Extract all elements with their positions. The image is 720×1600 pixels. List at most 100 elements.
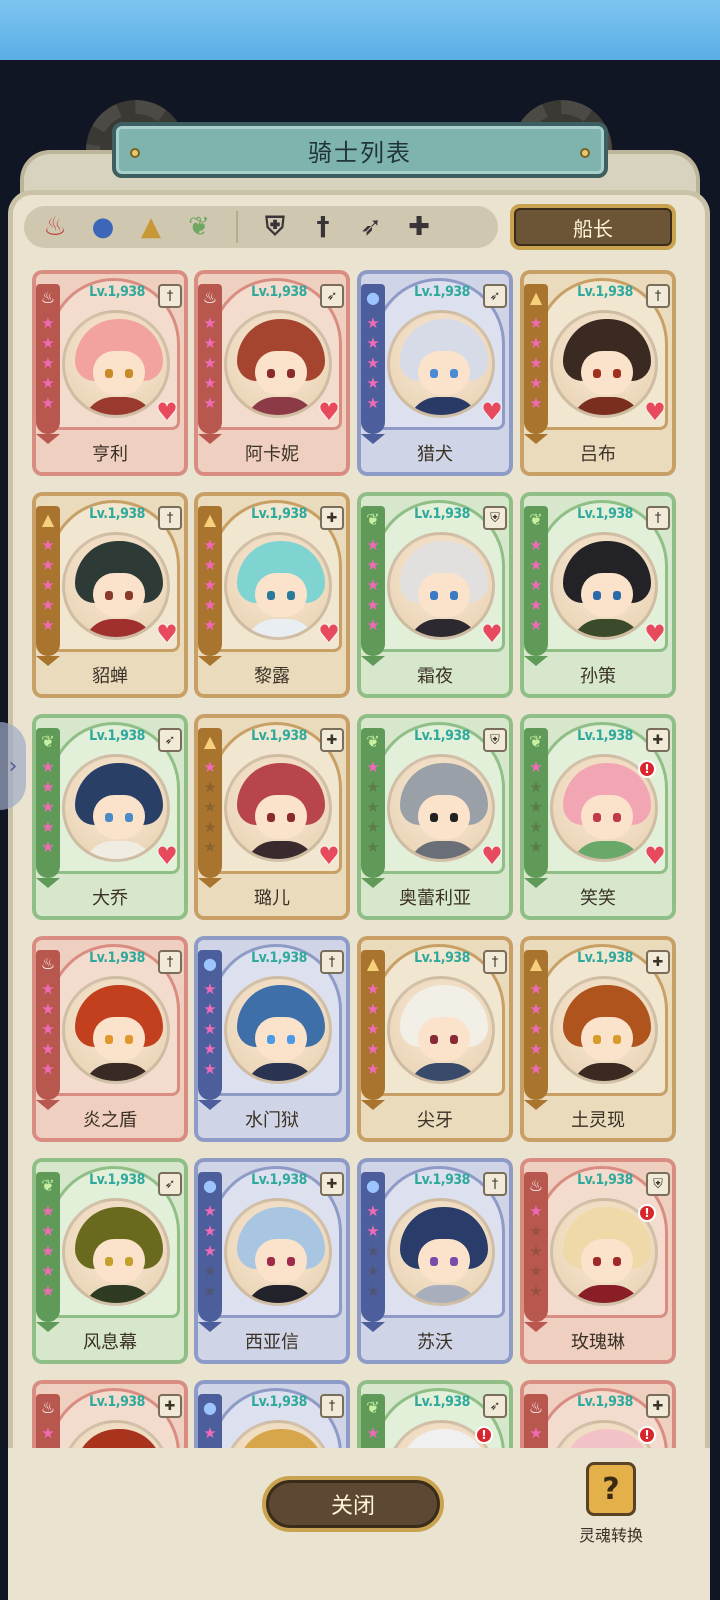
favorite-heart-icon[interactable]: ♥ <box>154 400 180 424</box>
star-icon: ★ <box>529 536 543 554</box>
page-title: 骑士列表 <box>308 138 412 167</box>
knight-card[interactable]: ♨ ★ ★ ★ ★ ★ Lv.1,938 ➶ ♥ 阿卡妮 <box>194 270 350 476</box>
knight-card[interactable]: ▲ ★ ★ ★ ★ ★ Lv.1,938 † 尖牙 <box>357 936 513 1142</box>
knight-level: Lv.1,938 <box>251 1172 307 1188</box>
water-attribute-icon[interactable]: ● <box>84 208 122 246</box>
filter-divider <box>236 211 238 243</box>
star-icon: ★ <box>203 980 217 998</box>
healer-class-icon: ✚ <box>158 1394 182 1418</box>
star-icon: ★ <box>529 1202 543 1220</box>
healer-class-icon: ✚ <box>646 1394 670 1418</box>
favorite-heart-icon[interactable]: ♥ <box>479 622 505 646</box>
portrait-eye <box>613 591 621 600</box>
defender-class-icon[interactable]: ⛨ <box>256 208 294 246</box>
knight-card[interactable]: ♨ ★ ★ ★ ★ ★ Lv.1,938 ⛨! 玫瑰琳 <box>520 1158 676 1364</box>
star-icon: ★ <box>529 354 543 372</box>
healer-class-icon: ✚ <box>646 950 670 974</box>
sword-class-icon: † <box>646 506 670 530</box>
favorite-heart-icon[interactable]: ♥ <box>316 622 342 646</box>
knight-card[interactable]: ● ★ ★ ★ ★ ★ Lv.1,938 † 苏沃 <box>357 1158 513 1364</box>
knight-card[interactable]: ▲ ★ ★ ★ ★ ★ Lv.1,938 ✚ ♥ 黎露 <box>194 492 350 698</box>
portrait-body <box>245 397 317 415</box>
portrait-eye <box>450 591 458 600</box>
favorite-heart-icon[interactable]: ♥ <box>642 844 668 868</box>
knight-card[interactable]: ❦ ★ ★ ★ ★ ★ Lv.1,938 ✚! ♥ 笑笑 <box>520 714 676 920</box>
star-icon: ★ <box>41 838 55 856</box>
star-rating: ★★★★★ <box>364 536 382 634</box>
star-icon: ★ <box>41 1262 55 1280</box>
knight-grid: ♨ ★ ★ ★ ★ ★ Lv.1,938 † ♥ 亨利 ♨ ★ ★ ★ ★ ★ Lv.1,938 ➶ ♥ 阿卡妮 ● ★ ★… <box>32 270 676 1448</box>
star-icon: ★ <box>41 314 55 332</box>
knight-card[interactable]: ❦ ★ ★ ★ ★ ★ Lv.1,938 † ♥ 孙策 <box>520 492 676 698</box>
portrait-face <box>93 351 145 395</box>
star-icon: ★ <box>529 1020 543 1038</box>
star-icon: ★ <box>366 596 380 614</box>
knight-card[interactable]: ▲ ★ ★ ★ ★ ★ Lv.1,938 † ♥ 吕布 <box>520 270 676 476</box>
portrait-body <box>408 1063 480 1081</box>
portrait-body <box>83 397 155 415</box>
earth-attribute-icon[interactable]: ▲ <box>132 208 170 246</box>
portrait-eye <box>267 813 275 822</box>
knight-card[interactable]: ▲ ★ ★ ★ ★ ★ Lv.1,938 ✚ ♥ 璐儿 <box>194 714 350 920</box>
portrait-face <box>93 573 145 617</box>
portrait-face <box>93 1239 145 1283</box>
sword-class-icon: † <box>320 1394 344 1418</box>
favorite-heart-icon[interactable]: ♥ <box>154 622 180 646</box>
knight-name: 水门狱 <box>245 1110 299 1131</box>
portrait-face <box>255 795 307 839</box>
star-icon: ★ <box>529 334 543 352</box>
knight-name: 孙策 <box>580 666 616 687</box>
favorite-heart-icon[interactable]: ♥ <box>642 622 668 646</box>
knight-card[interactable]: ❦ ★★★★★ Lv.1,938 ➶! <box>357 1380 513 1448</box>
soul-convert-button[interactable]: ? 灵魂转换 <box>568 1456 654 1566</box>
favorite-heart-icon[interactable]: ♥ <box>316 844 342 868</box>
knight-card[interactable]: ❦ ★ ★ ★ ★ ★ Lv.1,938 ➶ ♥ 大乔 <box>32 714 188 920</box>
star-icon: ★ <box>366 374 380 392</box>
knight-card[interactable]: ● ★ ★ ★ ★ ★ Lv.1,938 ➶ ♥ 猎犬 <box>357 270 513 476</box>
archer-class-icon[interactable]: ➶ <box>352 208 390 246</box>
knight-card[interactable]: ▲ ★ ★ ★ ★ ★ Lv.1,938 ✚ 土灵现 <box>520 936 676 1142</box>
fire-attribute-icon[interactable]: ♨ <box>36 208 74 246</box>
portrait-eye <box>450 1257 458 1266</box>
sky-background <box>0 0 720 60</box>
star-icon: ★ <box>203 1000 217 1018</box>
close-button[interactable]: 关闭 <box>262 1476 444 1532</box>
star-icon: ★ <box>366 980 380 998</box>
knight-card[interactable]: ❦ ★ ★ ★ ★ ★ Lv.1,938 ⛨ ♥ 霜夜 <box>357 492 513 698</box>
portrait-face <box>255 1239 307 1283</box>
knight-card[interactable]: ▲ ★ ★ ★ ★ ★ Lv.1,938 † ♥ 貂蝉 <box>32 492 188 698</box>
knight-card[interactable]: ♨ ★★★★★ Lv.1,938 ✚! <box>520 1380 676 1448</box>
portrait-eye <box>105 369 113 378</box>
sword-class-icon[interactable]: † <box>304 208 342 246</box>
star-rating: ★★★★★ <box>527 980 545 1078</box>
knight-card[interactable]: ❦ ★ ★ ★ ★ ★ Lv.1,938 ⛨ ♥ 奥蕾利亚 <box>357 714 513 920</box>
knight-card[interactable]: ♨ ★ ★ ★ ★ ★ Lv.1,938 † ♥ 亨利 <box>32 270 188 476</box>
portrait-face <box>255 351 307 395</box>
favorite-heart-icon[interactable]: ♥ <box>316 400 342 424</box>
star-rating: ★★★★★ <box>201 1424 219 1448</box>
captain-button[interactable]: 船长 <box>510 204 676 250</box>
knight-card[interactable]: ● ★ ★ ★ ★ ★ Lv.1,938 † 水门狱 <box>194 936 350 1142</box>
portrait-eye <box>613 369 621 378</box>
sword-class-icon: † <box>646 284 670 308</box>
sword-class-icon: † <box>158 284 182 308</box>
star-icon: ★ <box>203 1424 217 1442</box>
favorite-heart-icon[interactable]: ♥ <box>154 844 180 868</box>
knight-card[interactable]: ♨ ★ ★ ★ ★ ★ Lv.1,938 † 炎之盾 <box>32 936 188 1142</box>
knight-card[interactable]: ● ★ ★ ★ ★ ★ Lv.1,938 ✚ 西亚信 <box>194 1158 350 1364</box>
star-icon: ★ <box>529 758 543 776</box>
favorite-heart-icon[interactable]: ♥ <box>642 400 668 424</box>
knight-level: Lv.1,938 <box>89 1394 145 1410</box>
knight-card[interactable]: ● ★★★★★ Lv.1,938 † <box>194 1380 350 1448</box>
favorite-heart-icon[interactable]: ♥ <box>479 400 505 424</box>
knight-card[interactable]: ♨ ★★★★★ Lv.1,938 ✚ <box>32 1380 188 1448</box>
wind-attribute-icon[interactable]: ❦ <box>180 208 218 246</box>
star-rating: ★★★★★ <box>364 314 382 412</box>
alert-badge-icon: ! <box>638 1426 656 1444</box>
healer-class-icon[interactable]: ✚ <box>400 208 438 246</box>
star-icon: ★ <box>529 616 543 634</box>
favorite-heart-icon[interactable]: ♥ <box>479 844 505 868</box>
star-rating: ★★★★★ <box>527 536 545 634</box>
knight-card[interactable]: ❦ ★ ★ ★ ★ ★ Lv.1,938 ➶ 风息幕 <box>32 1158 188 1364</box>
side-expand-tab[interactable]: › <box>0 722 26 810</box>
